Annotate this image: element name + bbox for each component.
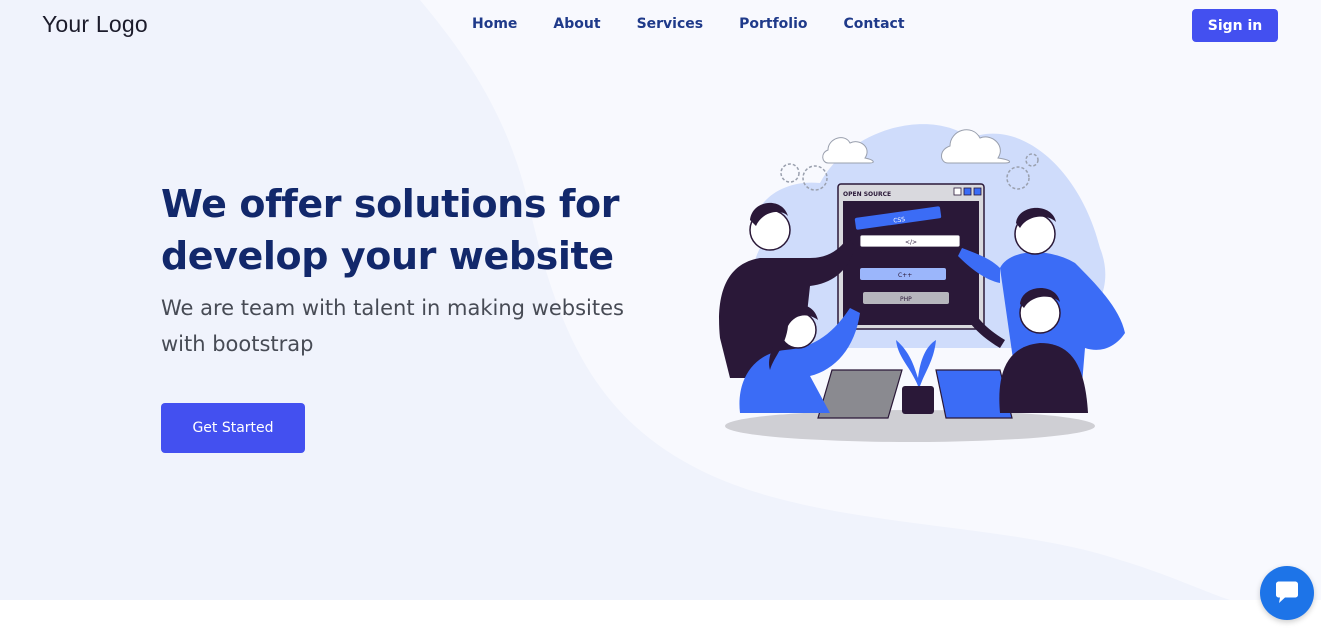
laptop-left — [817, 369, 903, 419]
chat-bubble-icon — [1276, 581, 1298, 603]
code-window-title: OPEN SOURCE — [843, 191, 891, 198]
nav-portfolio[interactable]: Portfolio — [739, 16, 807, 32]
team-illustration: OPEN SOURCE CSS </> C++ PHP — [719, 124, 1125, 442]
code-tag-label: </> — [905, 239, 917, 246]
hero-headline-line1: We offer solutions for — [161, 182, 620, 226]
nav-contact[interactable]: Contact — [844, 16, 905, 32]
php-tag-label: PHP — [900, 296, 912, 303]
get-started-button[interactable]: Get Started — [161, 403, 305, 453]
nav-services[interactable]: Services — [637, 16, 704, 32]
site-logo[interactable]: Your Logo — [42, 11, 148, 38]
plant-pot — [902, 386, 934, 414]
sign-in-button[interactable]: Sign in — [1192, 9, 1278, 42]
hero-subline-line2: with bootstrap — [161, 332, 314, 356]
hero-subline-line1: We are team with talent in making websit… — [161, 296, 624, 320]
nav-home[interactable]: Home — [472, 16, 517, 32]
nav-about[interactable]: About — [553, 16, 600, 32]
gear-icon-1 — [780, 163, 800, 183]
main-nav: Home About Services Portfolio Contact — [472, 16, 941, 32]
hero-headline: We offer solutions for develop your websi… — [161, 178, 681, 282]
floor-shadow — [725, 410, 1095, 442]
chat-widget-button[interactable] — [1260, 566, 1314, 620]
cpp-tag-label: C++ — [898, 272, 912, 279]
hero-headline-line2: develop your website — [161, 234, 614, 278]
landing-page: Your Logo Home About Services Portfolio … — [0, 0, 1321, 631]
hero-subline: We are team with talent in making websit… — [161, 290, 661, 362]
